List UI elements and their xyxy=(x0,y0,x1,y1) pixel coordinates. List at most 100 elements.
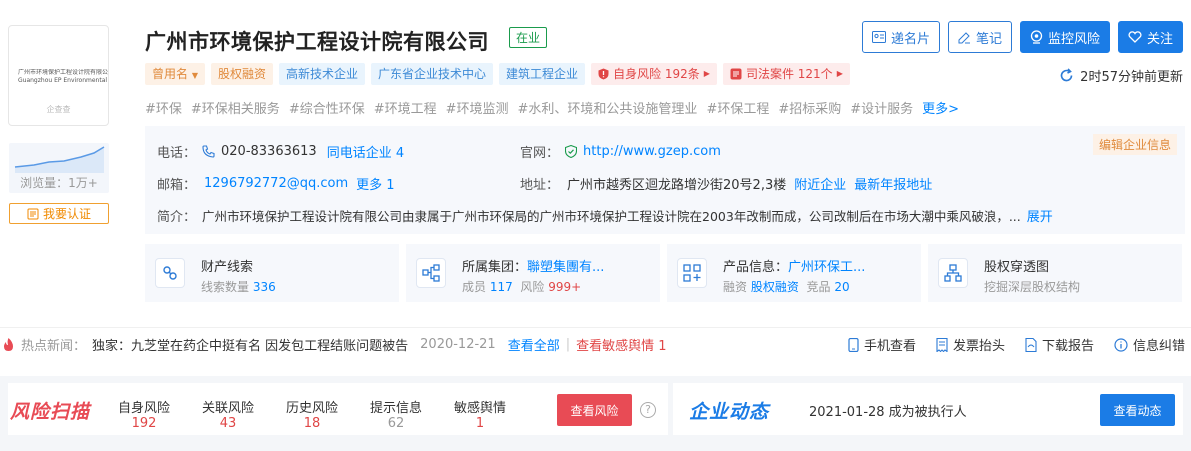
tag-own-risk[interactable]: 自身风险 192条 ▶ xyxy=(591,63,717,85)
risk-label: 自身风险 xyxy=(118,401,171,416)
news-headline[interactable]: 独家：九芝堂在药企中挺有名 因发包工程结账问题被告 xyxy=(92,335,408,354)
tag-label: 自身风险 192条 xyxy=(613,67,700,81)
group-card[interactable]: 所属集团：聯塑集團有... 成员 117 风险 999+ xyxy=(406,244,660,302)
business-card-button[interactable]: 递名片 xyxy=(861,21,940,53)
group-link[interactable]: 聯塑集團有... xyxy=(527,260,604,275)
note-label: 笔记 xyxy=(975,31,1002,47)
keyword[interactable]: #环境工程 xyxy=(374,98,437,117)
view-dynamics-button[interactable]: 查看动态 xyxy=(1100,394,1175,426)
note-button[interactable]: 笔记 xyxy=(947,21,1012,53)
keyword[interactable]: #水利、环境和公共设施管理业 xyxy=(518,98,698,117)
company-name: 广州市环境保护工程设计院有限公司 xyxy=(145,30,489,54)
risk-own[interactable]: 自身风险 192 xyxy=(118,397,170,431)
email-more-link[interactable]: 更多 1 xyxy=(356,174,394,193)
view-all-news-link[interactable]: 查看全部 xyxy=(508,335,560,354)
view-risk-button[interactable]: 查看风险 xyxy=(557,394,632,426)
risk-sensitive[interactable]: 敏感舆情 1 xyxy=(454,397,506,431)
risk-label: 关联风险 xyxy=(202,401,255,416)
company-logo: 广州市环境保护工程设计院有限公司 Guangzhou EP Environmen… xyxy=(8,25,109,126)
status-badge: 在业 xyxy=(509,27,548,48)
news-label: 热点新闻： xyxy=(21,339,87,354)
card-sub-label: 成员 xyxy=(462,280,490,294)
caret-right-icon: ▶ xyxy=(836,69,843,78)
card-label: 递名片 xyxy=(890,31,930,47)
equity-icon xyxy=(938,258,968,288)
equity-link[interactable]: 股权穿透图 xyxy=(984,256,1049,275)
keyword[interactable]: #招标采购 xyxy=(778,98,841,117)
card-icon xyxy=(871,31,886,43)
equity-card[interactable]: 股权穿透图 挖掘深层股权结构 xyxy=(928,244,1182,302)
tag-equity-financing[interactable]: 股权融资 xyxy=(211,63,274,85)
product-card[interactable]: 产品信息：广州环保工... 融资 股权融资 竞品 20 xyxy=(667,244,921,302)
website-label: 官网： xyxy=(520,146,560,161)
risk-hint[interactable]: 提示信息 62 xyxy=(370,397,422,431)
tool-label: 信息纠错 xyxy=(1132,339,1185,354)
phone-icon xyxy=(202,145,215,158)
card-sub-label: 风险 xyxy=(520,280,549,294)
property-clues-card[interactable]: 财产线索 线索数量 336 xyxy=(145,244,399,302)
product-link[interactable]: 广州环保工... xyxy=(788,260,865,275)
news-date: 2020-12-21 xyxy=(420,337,496,352)
edit-info-button[interactable]: 编辑企业信息 xyxy=(1092,134,1177,155)
tag-row: 曾用名 ▼ 股权融资 高新技术企业 广东省企业技术中心 建筑工程企业 自身风险 … xyxy=(145,63,850,85)
refresh-icon xyxy=(1060,68,1073,82)
card-title: 财产线索 xyxy=(201,260,254,275)
competitor-count[interactable]: 20 xyxy=(834,280,849,294)
keyword[interactable]: #环保 xyxy=(145,98,182,117)
risk-related[interactable]: 关联风险 43 xyxy=(202,397,254,431)
risk-count[interactable]: 999+ xyxy=(548,280,581,294)
address-row: 地址： 广州市越秀区迴龙路增沙街20号2,3楼 附近企业 最新年报地址 xyxy=(520,174,932,193)
invoice-header-link[interactable]: 发票抬头 xyxy=(936,335,1005,354)
mobile-view-link[interactable]: 手机查看 xyxy=(848,335,916,354)
card-sub-value[interactable]: 336 xyxy=(253,280,276,294)
address-label: 地址： xyxy=(520,178,560,193)
keyword[interactable]: #环境监测 xyxy=(446,98,509,117)
financing-link[interactable]: 股权融资 xyxy=(751,280,799,294)
download-report-link[interactable]: 下载报告 xyxy=(1025,335,1094,354)
info-correction-link[interactable]: 信息纠错 xyxy=(1114,335,1185,354)
group-icon xyxy=(416,258,446,288)
keyword[interactable]: #环保工程 xyxy=(706,98,769,117)
risk-label: 历史风险 xyxy=(286,401,339,416)
risk-label: 敏感舆情 xyxy=(454,401,507,416)
mobile-icon xyxy=(848,337,859,352)
intro-expand-link[interactable]: 展开 xyxy=(1027,206,1053,225)
risk-value: 18 xyxy=(303,416,321,431)
keyword[interactable]: #综合性环保 xyxy=(289,98,365,117)
annual-report-address-link[interactable]: 最新年报地址 xyxy=(854,174,932,193)
members-count[interactable]: 117 xyxy=(490,280,513,294)
dynamics-text[interactable]: 2021-01-28 成为被执行人 xyxy=(809,401,967,420)
help-icon[interactable]: ? xyxy=(640,402,656,418)
keywords-more-link[interactable]: 更多> xyxy=(922,98,959,117)
phone-value[interactable]: 020-83363613 xyxy=(221,144,317,159)
same-phone-link[interactable]: 同电话企业 4 xyxy=(327,142,404,161)
nearby-companies-link[interactable]: 附近企业 xyxy=(794,174,846,193)
view-sensitive-news-link[interactable]: 查看敏感舆情 1 xyxy=(576,335,666,354)
tool-links: 手机查看 发票抬头 下载报告 信息纠错 xyxy=(848,335,1185,354)
keyword[interactable]: #设计服务 xyxy=(850,98,913,117)
dynamics-box: 企业动态 2021-01-28 成为被执行人 查看动态 xyxy=(673,383,1183,435)
tag-judicial-cases[interactable]: 司法案件 121个 ▶ xyxy=(722,63,850,85)
intro-text: 广州市环境保护工程设计院有限公司由隶属于广州市环保局的广州市环境保护工程设计院在… xyxy=(202,209,1021,224)
update-time[interactable]: 2时57分钟前更新 xyxy=(1059,66,1183,85)
website-link[interactable]: http://www.gzep.com xyxy=(583,144,721,159)
update-text: 2时57分钟前更新 xyxy=(1080,70,1183,85)
monitor-risk-button[interactable]: 监控风险 xyxy=(1019,21,1110,53)
tag-construction[interactable]: 建筑工程企业 xyxy=(499,63,586,85)
follow-button[interactable]: 关注 xyxy=(1117,21,1183,53)
views-trend-box: 浏览量：1万+ xyxy=(9,143,109,193)
caret-down-icon: ▼ xyxy=(191,71,198,80)
tag-high-tech[interactable]: 高新技术企业 xyxy=(279,63,366,85)
verify-button[interactable]: 我要认证 xyxy=(9,203,109,224)
tag-former-name[interactable]: 曾用名 ▼ xyxy=(145,63,205,85)
keyword[interactable]: #环保相关服务 xyxy=(191,98,280,117)
risk-history[interactable]: 历史风险 18 xyxy=(286,397,338,431)
email-link[interactable]: 1296792772@qq.com xyxy=(204,176,348,191)
logo-text-en: Guangzhou EP Environmental Engineering L… xyxy=(18,77,108,84)
tag-tech-center[interactable]: 广东省企业技术中心 xyxy=(371,63,494,85)
views-trend-chart xyxy=(14,146,105,173)
intro-label: 简介： xyxy=(157,210,197,225)
keyword-row: #环保 #环保相关服务 #综合性环保 #环境工程 #环境监测 #水利、环境和公共… xyxy=(145,98,959,117)
caret-right-icon: ▶ xyxy=(703,69,710,78)
address-value: 广州市越秀区迴龙路增沙街20号2,3楼 xyxy=(567,178,787,193)
